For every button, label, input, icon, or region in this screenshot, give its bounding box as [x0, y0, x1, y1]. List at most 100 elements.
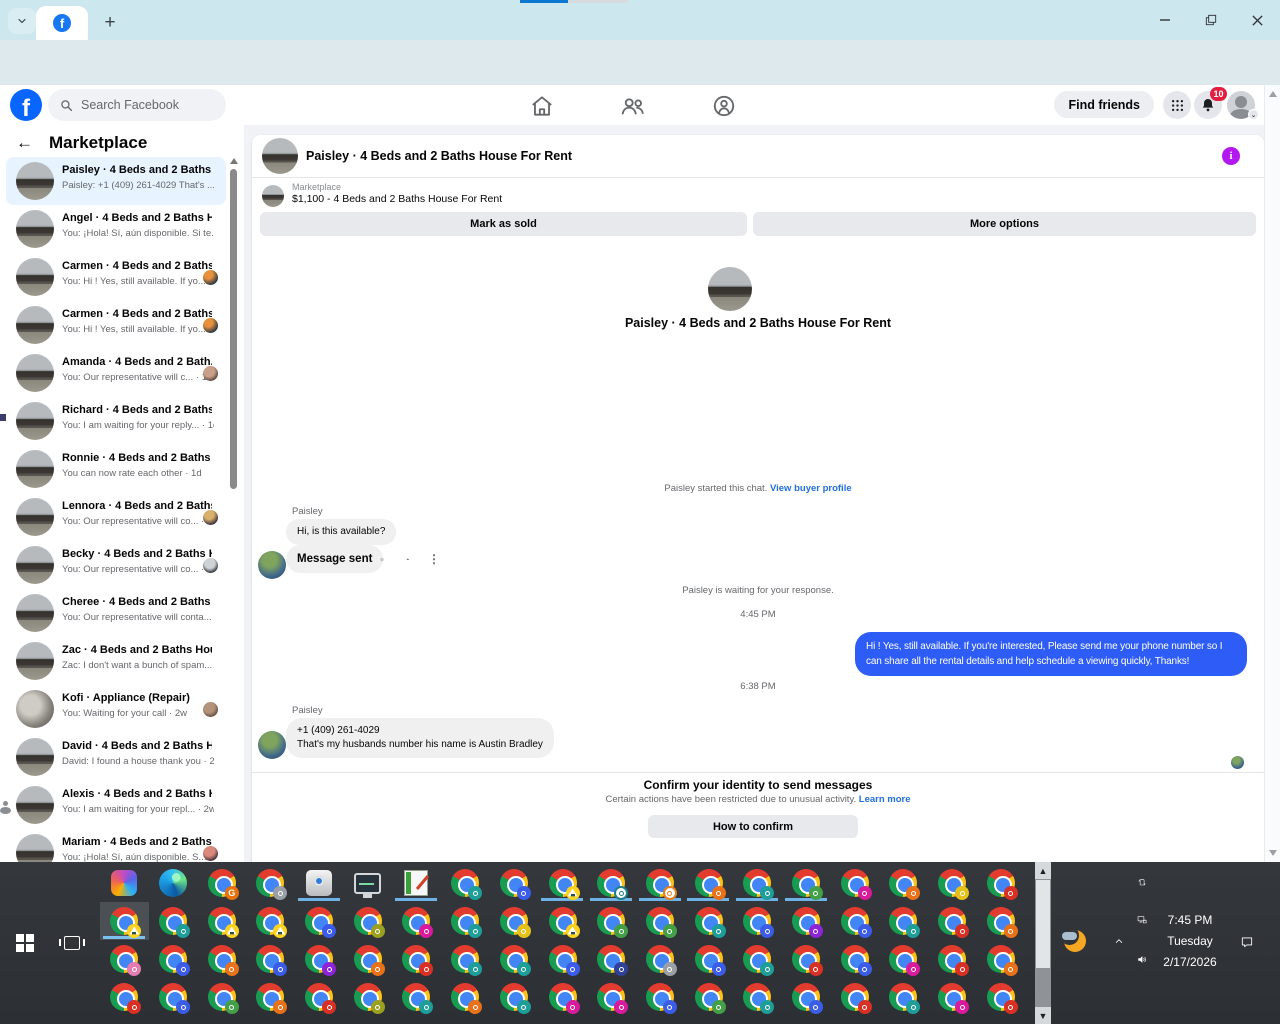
tab-search-button[interactable]: [8, 8, 36, 34]
home-tab-icon[interactable]: [529, 93, 555, 119]
conversation-item[interactable]: Richard · 4 Beds and 2 Baths ... You: I a…: [6, 397, 226, 445]
taskbar-chrome-yellow-icon[interactable]: [928, 864, 977, 902]
taskbar-chrome-purple-icon[interactable]: [295, 940, 344, 978]
scrollbar-thumb[interactable]: [230, 169, 237, 489]
tray-connect-icon[interactable]: [1131, 871, 1153, 893]
taskbar-chrome-teal-icon[interactable]: [733, 978, 782, 1016]
learn-more-link[interactable]: Learn more: [859, 794, 911, 805]
scrollbar-thumb[interactable]: [1036, 880, 1050, 968]
taskbar-chrome-blue-icon[interactable]: [295, 902, 344, 940]
taskbar-chrome-blue-icon[interactable]: [830, 902, 879, 940]
tray-clock[interactable]: 7:45 PM Tuesday 2/17/2026: [1156, 910, 1224, 973]
view-buyer-profile-link[interactable]: View buyer profile: [770, 483, 852, 494]
conversation-item[interactable]: Cheree · 4 Beds and 2 Baths Ho... You: Ou…: [6, 589, 226, 637]
back-arrow-icon[interactable]: ←: [16, 133, 33, 153]
taskbar-chrome-onigiri-icon[interactable]: [246, 902, 295, 940]
taskbar-chrome-blue-icon[interactable]: [490, 864, 539, 902]
taskbar-chrome-red-icon[interactable]: [782, 940, 831, 978]
find-friends-button[interactable]: Find friends: [1054, 91, 1154, 118]
taskbar-chrome-magenta-icon[interactable]: [538, 978, 587, 1016]
taskbar-chrome-green-icon[interactable]: [782, 864, 831, 902]
taskbar-chrome-magenta-icon[interactable]: [928, 978, 977, 1016]
conversation-item[interactable]: Kofi · Appliance (Repair) You: Waiting fo…: [6, 685, 226, 733]
taskbar-chrome-orange-icon[interactable]: [684, 864, 733, 902]
conversation-item[interactable]: David · 4 Beds and 2 Baths Hou... David: …: [6, 733, 226, 781]
incoming-message[interactable]: Message sent: [286, 545, 384, 574]
taskbar-chrome-pink-icon[interactable]: [100, 940, 149, 978]
taskbar-chrome-red-icon[interactable]: [976, 978, 1025, 1016]
taskbar-chrome-green-icon[interactable]: [684, 978, 733, 1016]
incoming-message[interactable]: +1 (409) 261-4029 That's my husbands num…: [286, 718, 554, 758]
taskbar-chrome-teal-icon[interactable]: [684, 902, 733, 940]
new-tab-button[interactable]: +: [96, 9, 124, 35]
conversation-item[interactable]: Mariam · 4 Beds and 2 Baths... You: ¡Hola…: [6, 829, 226, 862]
taskbar-chrome-onigiri-icon[interactable]: [538, 902, 587, 940]
taskbar-chrome-teal-icon[interactable]: [441, 902, 490, 940]
friends-tab-icon[interactable]: [620, 93, 646, 119]
taskbar-chrome-teal-icon[interactable]: [441, 864, 490, 902]
apps-menu-icon[interactable]: [1163, 91, 1191, 119]
incoming-message[interactable]: Hi, is this available?: [286, 519, 397, 545]
taskbar-chrome-red-icon[interactable]: [928, 940, 977, 978]
groups-tab-icon[interactable]: [711, 93, 737, 119]
taskbar-chrome-teal-icon[interactable]: [441, 940, 490, 978]
taskbar-chrome-blue-icon[interactable]: [830, 940, 879, 978]
taskbar-chrome-red-icon[interactable]: [976, 864, 1025, 902]
conversation-info-icon[interactable]: i: [1222, 147, 1240, 165]
scroll-down-arrow-icon[interactable]: [1269, 850, 1277, 856]
conversation-item[interactable]: Amanda · 4 Beds and 2 Bath... You: Our re…: [6, 349, 226, 397]
page-scrollbar[interactable]: [1264, 85, 1280, 862]
conversation-item[interactable]: Lennora · 4 Beds and 2 Baths... You: Our …: [6, 493, 226, 541]
tray-volume-icon[interactable]: [1131, 949, 1153, 969]
taskbar-edge-icon[interactable]: [149, 864, 198, 902]
start-button[interactable]: [10, 930, 38, 956]
tray-chevron-icon[interactable]: [1108, 932, 1130, 950]
taskbar-chrome-blue-icon[interactable]: [149, 940, 198, 978]
taskbar-chrome-green-icon[interactable]: [587, 902, 636, 940]
conversation-item[interactable]: Ronnie · 4 Beds and 2 Baths Ho... You can…: [6, 445, 226, 493]
taskbar-chrome-green-icon[interactable]: [636, 902, 685, 940]
conversation-item[interactable]: Alexis · 4 Beds and 2 Baths H... You: I a…: [6, 781, 226, 829]
scroll-up-arrow-icon[interactable]: [230, 158, 238, 164]
taskbar-chrome-blue-icon[interactable]: [733, 902, 782, 940]
taskbar-appgray-icon[interactable]: [295, 864, 344, 902]
notifications-bell-icon[interactable]: 10: [1194, 87, 1227, 119]
taskbar-chrome-tealo-icon[interactable]: [587, 864, 636, 902]
taskbar-copilot-icon[interactable]: [100, 864, 149, 902]
taskbar-chrome-teal-icon[interactable]: [733, 864, 782, 902]
taskbar-chrome-teal-icon[interactable]: [733, 940, 782, 978]
conversation-item[interactable]: Angel · 4 Beds and 2 Baths Ho... You: ¡Ho…: [6, 205, 226, 253]
taskbar-chrome-magenta-icon[interactable]: [879, 940, 928, 978]
taskbar-chrome-orange-icon[interactable]: [343, 940, 392, 978]
conversation-item[interactable]: Carmen · 4 Beds and 2 Baths... You: Hi ! …: [6, 253, 226, 301]
taskbar-chrome-teal-icon[interactable]: [392, 978, 441, 1016]
task-view-button[interactable]: [58, 930, 86, 956]
reply-icon[interactable]: [400, 551, 416, 567]
taskbar-chrome-olive-icon[interactable]: [343, 902, 392, 940]
taskbar-chrome-onigiri-icon[interactable]: [100, 902, 149, 940]
taskbar-chrome-blue-icon[interactable]: [149, 978, 198, 1016]
taskbar-chrome-red-icon[interactable]: [928, 902, 977, 940]
taskbar-chrome-blue-icon[interactable]: [684, 940, 733, 978]
more-options-button[interactable]: More options: [753, 212, 1256, 236]
taskbar-chrome-teal-icon[interactable]: [879, 902, 928, 940]
taskbar-appmon-icon[interactable]: [343, 864, 392, 902]
taskbar-chrome-orange-icon[interactable]: [976, 902, 1025, 940]
taskbar-chrome-orange-icon[interactable]: [879, 864, 928, 902]
sender-avatar[interactable]: [258, 551, 286, 579]
taskbar-chrome-onigiri-icon[interactable]: [538, 864, 587, 902]
taskbar-chrome-blue-icon[interactable]: [538, 940, 587, 978]
taskbar-chrome-navy-icon[interactable]: [587, 940, 636, 978]
conversation-item[interactable]: Zac · 4 Beds and 2 Baths House... Zac: I …: [6, 637, 226, 685]
chat-header-avatar[interactable]: [262, 138, 298, 174]
tray-network-icon[interactable]: [1131, 910, 1153, 930]
taskbar-chrome-green-icon[interactable]: [197, 978, 246, 1016]
taskbar-scrollbar[interactable]: ▲ ▼: [1035, 862, 1051, 1024]
taskbar-chrome-red-icon[interactable]: [830, 978, 879, 1016]
more-actions-icon[interactable]: ⋮: [426, 551, 442, 567]
intro-listing-avatar[interactable]: [708, 267, 752, 311]
conversation-item[interactable]: Paisley · 4 Beds and 2 Baths Ho... Paisle…: [6, 157, 226, 205]
conversation-item[interactable]: Becky · 4 Beds and 2 Baths H... You: Our …: [6, 541, 226, 589]
scroll-up-arrow-icon[interactable]: ▲: [1035, 862, 1051, 879]
taskbar-chrome-onigiri-icon[interactable]: [197, 902, 246, 940]
